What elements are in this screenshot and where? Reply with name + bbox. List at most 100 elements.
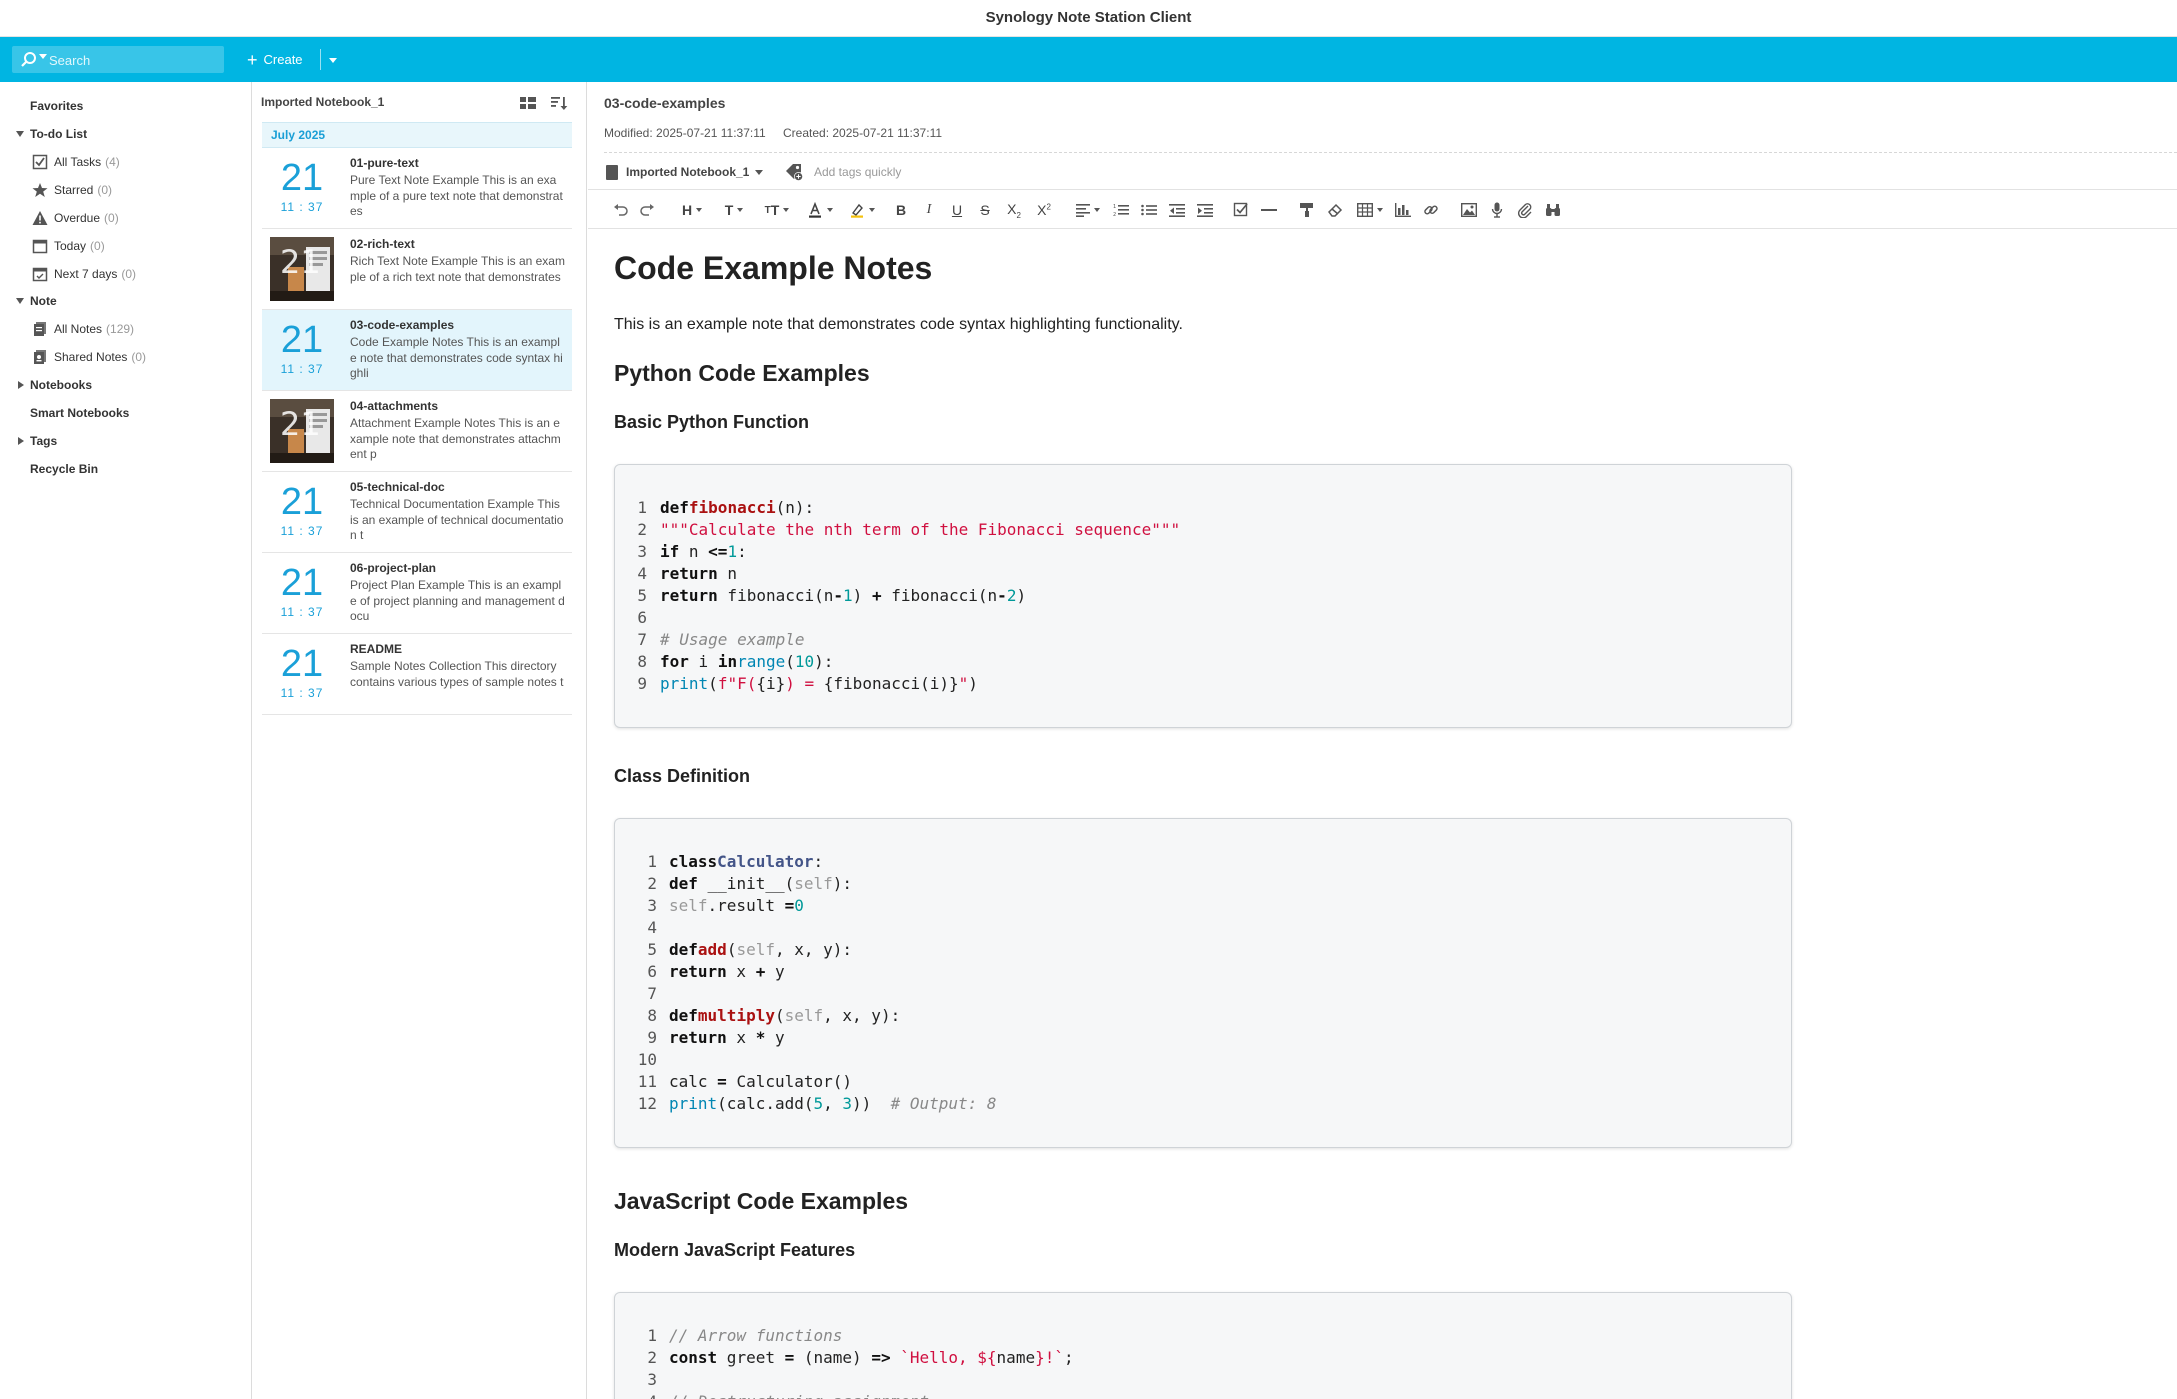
- note-list-panel: Imported Notebook_1 July 2025 21 11 : 37 0…: [253, 82, 587, 1399]
- doc-heading-modern-js: Modern JavaScript Features: [614, 1240, 856, 1260]
- table-icon[interactable]: [1354, 200, 1386, 220]
- code-block-python-function[interactable]: 123456789 deffibonacci(n): """Calculate …: [614, 464, 1792, 728]
- outdent-icon[interactable]: [1168, 200, 1186, 220]
- eraser-icon[interactable]: [1326, 200, 1344, 220]
- note-list-item[interactable]: 21 11 : 37 03-code-examples Code Example No…: [262, 310, 572, 391]
- subscript-icon[interactable]: X2: [1004, 200, 1024, 220]
- sidebar-item-next-7-days[interactable]: Next 7 days (0): [32, 263, 136, 285]
- toolbar-divider: [320, 49, 321, 70]
- sidebar: Favorites To-do List All Tasks (4) Starr…: [0, 82, 252, 1399]
- doc-heading-javascript: JavaScript Code Examples: [614, 1188, 909, 1214]
- sidebar-item-count: (0): [121, 267, 137, 281]
- checklist-icon[interactable]: [1232, 200, 1250, 220]
- sidebar-item-all-tasks[interactable]: All Tasks (4): [32, 151, 120, 173]
- sidebar-item-label: Overdue: [54, 211, 101, 225]
- indent-icon[interactable]: [1196, 200, 1214, 220]
- sidebar-item-count: (0): [131, 350, 147, 364]
- bold-icon[interactable]: B: [892, 200, 910, 220]
- note-title-label: README: [350, 642, 403, 656]
- note-time: 11 : 37: [280, 200, 324, 214]
- text-style-icon[interactable]: T: [718, 200, 750, 220]
- tags-input[interactable]: [814, 163, 1054, 181]
- note-list-item[interactable]: 21 11 : 37 01-pure-text Pure Text Note Exam…: [262, 148, 572, 229]
- caret-right-icon[interactable]: [18, 381, 24, 389]
- window-titlebar: Synology Note Station Client: [0, 0, 2177, 37]
- sidebar-item-recycle-bin[interactable]: Recycle Bin: [30, 458, 98, 480]
- create-button[interactable]: + Create: [247, 46, 303, 73]
- note-summary: Technical Documentation Example This is …: [350, 497, 564, 542]
- link-icon[interactable]: [1422, 200, 1440, 220]
- note-list-item[interactable]: 21 11 : 37 06-project-plan Project Plan Exa…: [262, 553, 572, 634]
- redo-icon[interactable]: [638, 200, 656, 220]
- sidebar-item-smart-notebooks[interactable]: Smart Notebooks: [30, 402, 129, 424]
- attachment-icon[interactable]: [1516, 200, 1534, 220]
- notebook-selector[interactable]: Imported Notebook_1: [606, 159, 764, 185]
- horizontal-rule-icon[interactable]: [1260, 200, 1278, 220]
- note-day: 21: [280, 562, 324, 604]
- line-numbers: 123456789: [637, 498, 647, 693]
- sidebar-item-today[interactable]: Today (0): [32, 235, 105, 257]
- note-list-item[interactable]: 21 11 : 37 README Sample Notes Collection T…: [262, 634, 572, 715]
- sidebar-item-favorites[interactable]: Favorites: [30, 95, 83, 117]
- font-color-icon[interactable]: [804, 200, 836, 220]
- find-replace-icon[interactable]: [1544, 200, 1562, 220]
- note-time: 11 : 37: [280, 686, 324, 700]
- sidebar-item-count: (129): [106, 322, 135, 336]
- numbered-list-icon[interactable]: 12: [1112, 200, 1130, 220]
- note-summary: Sample Notes Collection This directory c…: [350, 659, 564, 689]
- align-icon[interactable]: [1072, 200, 1104, 220]
- code-block-javascript[interactable]: 1234 // Arrow functions const greet = (n…: [614, 1292, 1792, 1399]
- caret-down-icon[interactable]: [16, 131, 24, 137]
- sidebar-item-starred[interactable]: Starred (0): [32, 179, 112, 201]
- sidebar-item-all-notes[interactable]: All Notes (129): [32, 318, 134, 340]
- code-block-python-class[interactable]: 1 2 3 4 5 6 7 8 9 10 11 12 classCalculator: def __i…: [614, 818, 1792, 1148]
- sidebar-item-notebooks[interactable]: Notebooks: [16, 374, 92, 396]
- sidebar-item-label: Recycle Bin: [30, 462, 99, 476]
- search-options-icon[interactable]: [39, 54, 47, 59]
- italic-icon[interactable]: I: [920, 200, 938, 220]
- note-list-item[interactable]: 21 11 : 37 05-technical-doc Technical Docum…: [262, 472, 572, 553]
- font-size-icon[interactable]: TT: [760, 200, 794, 220]
- note-date: 21 11 : 37: [270, 158, 334, 214]
- note-title[interactable]: 03-code-examples: [604, 95, 725, 111]
- note-title-label: 05-technical-doc: [350, 480, 445, 494]
- add-tag-icon[interactable]: [784, 162, 804, 182]
- sidebar-item-overdue[interactable]: Overdue (0): [32, 207, 119, 229]
- chevron-down-icon: [755, 169, 764, 175]
- highlight-icon[interactable]: [846, 200, 878, 220]
- create-label: Create: [263, 52, 303, 67]
- sidebar-item-label: To-do List: [30, 127, 88, 141]
- note-list-item[interactable]: 21 04-attachments Attachment Example Notes…: [262, 391, 572, 472]
- doc-paragraph: This is an example note that demonstrate…: [614, 316, 1183, 333]
- image-icon[interactable]: [1460, 200, 1478, 220]
- superscript-icon[interactable]: X2: [1034, 200, 1054, 220]
- format-painter-icon[interactable]: [1298, 200, 1316, 220]
- sidebar-item-label: Starred: [54, 183, 94, 197]
- note-date: 21 11 : 37: [270, 644, 334, 700]
- strikethrough-icon[interactable]: S: [976, 200, 994, 220]
- note-day: 21: [280, 643, 324, 685]
- note-list-item[interactable]: 21 02-rich-text Rich Text Note Example Thi…: [262, 229, 572, 310]
- caret-down-icon[interactable]: [16, 298, 24, 304]
- search-input[interactable]: [49, 50, 219, 70]
- metadata-divider: [604, 152, 2177, 153]
- view-mode-icon[interactable]: [519, 95, 537, 111]
- underline-icon[interactable]: U: [948, 200, 966, 220]
- search-icon[interactable]: [20, 51, 38, 69]
- search-box[interactable]: [12, 46, 224, 73]
- sidebar-item-tags[interactable]: Tags: [16, 430, 57, 452]
- notebook-icon: [606, 164, 618, 180]
- create-dropdown-button[interactable]: [326, 50, 340, 70]
- bullet-list-icon[interactable]: [1140, 200, 1158, 220]
- sort-icon[interactable]: [550, 95, 568, 111]
- calendar-week-icon: [32, 267, 48, 282]
- sidebar-item-todo[interactable]: To-do List: [16, 123, 87, 145]
- undo-icon[interactable]: [612, 200, 630, 220]
- heading-icon[interactable]: H: [676, 200, 708, 220]
- chart-icon[interactable]: [1394, 200, 1412, 220]
- caret-right-icon[interactable]: [18, 437, 24, 445]
- sidebar-item-note[interactable]: Note: [16, 290, 57, 312]
- sidebar-item-shared-notes[interactable]: Shared Notes (0): [32, 346, 146, 368]
- microphone-icon[interactable]: [1488, 200, 1506, 220]
- line-numbers: 1234: [647, 1326, 657, 1399]
